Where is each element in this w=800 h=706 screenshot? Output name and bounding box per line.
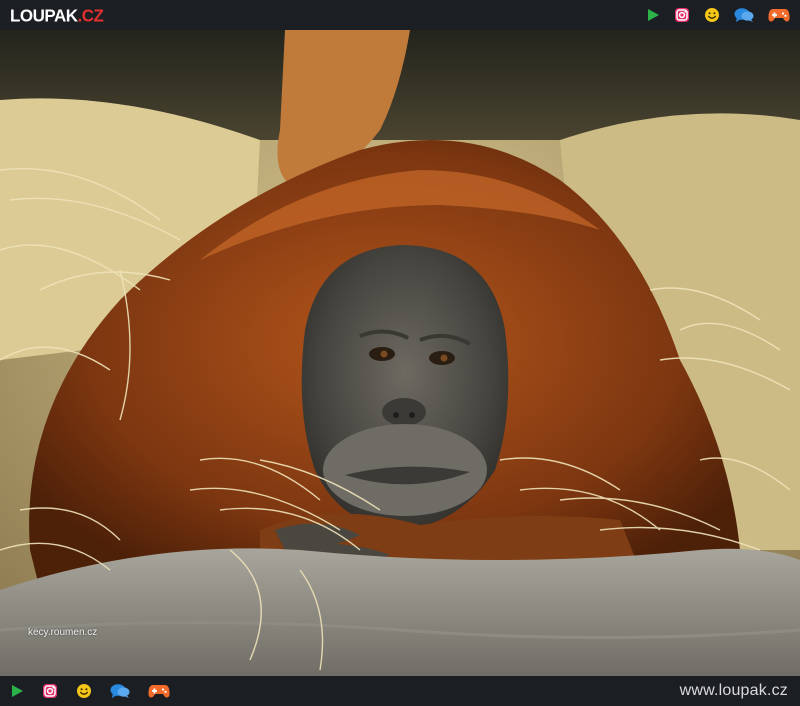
instagram-icon[interactable] (42, 683, 58, 699)
app-frame: LOUPAK .CZ kecy.roumen.cz www.loupak.cz (0, 0, 800, 706)
chat-icon[interactable] (734, 7, 754, 23)
site-url-link[interactable]: www.loupak.cz (680, 682, 788, 700)
gamepad-icon[interactable] (148, 683, 170, 699)
instagram-icon[interactable] (674, 7, 690, 23)
top-icon-group (646, 7, 790, 23)
top-bar: LOUPAK .CZ (0, 0, 800, 30)
play-icon[interactable] (10, 684, 24, 698)
gamepad-icon[interactable] (768, 7, 790, 23)
chat-icon[interactable] (110, 683, 130, 699)
photo-watermark: kecy.roumen.cz (28, 627, 98, 638)
play-icon[interactable] (646, 8, 660, 22)
photo-illustration (0, 30, 800, 676)
logo-tld-text: .CZ (77, 5, 104, 25)
site-logo[interactable]: LOUPAK .CZ (10, 5, 104, 25)
orangutan-photo (0, 30, 800, 676)
bottom-icon-group (10, 683, 170, 699)
logo-main-text: LOUPAK (10, 5, 78, 25)
smiley-icon[interactable] (76, 683, 92, 699)
bottom-bar: www.loupak.cz (0, 676, 800, 706)
smiley-icon[interactable] (704, 7, 720, 23)
